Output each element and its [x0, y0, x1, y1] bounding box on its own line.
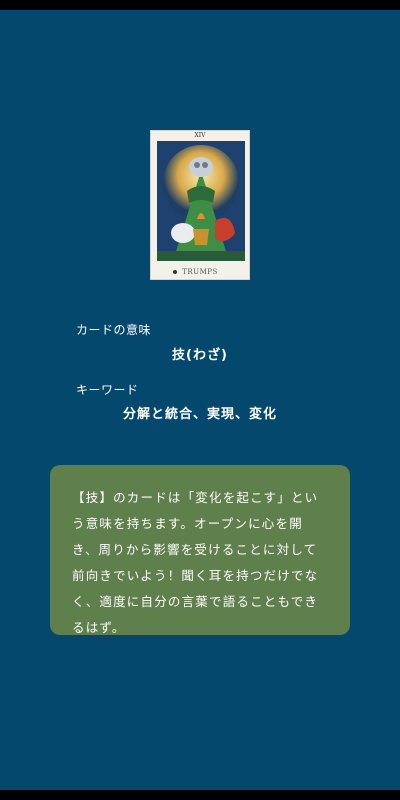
meaning-label: カードの意味 — [76, 323, 152, 337]
description-panel: 【技】のカードは「変化を起こす」という意味を持ちます。オープンに心を開き、周りか… — [50, 465, 350, 635]
card-numeral: XIV — [194, 132, 206, 139]
description-text: 【技】のカードは「変化を起こす」という意味を持ちます。オープンに心を開き、周りか… — [72, 490, 319, 635]
app-screen: XIV TRUMPS カードの意味 技(わざ) キーワード 分解と統合、実現、変… — [0, 10, 400, 790]
meaning-value: 技(わざ) — [172, 348, 228, 363]
card-artwork — [157, 141, 245, 261]
status-bar — [0, 0, 400, 10]
card-title: TRUMPS — [182, 268, 218, 276]
tarot-card-image: XIV TRUMPS — [150, 130, 250, 280]
keywords-value: 分解と統合、実現、変化 — [122, 407, 277, 422]
bottom-bar — [0, 790, 400, 800]
keywords-label: キーワード — [76, 383, 139, 397]
